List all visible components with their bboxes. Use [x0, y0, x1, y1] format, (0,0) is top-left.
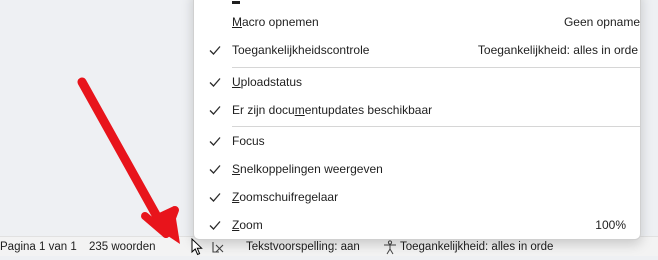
checkmark-icon — [207, 37, 223, 63]
menu-item-upload-status[interactable]: Uploadstatus — [194, 69, 640, 95]
cut-off-menu-item — [232, 1, 240, 4]
checkmark-icon — [207, 212, 223, 238]
menu-separator — [232, 126, 640, 127]
menu-item-zoom[interactable]: Zoom 100% — [194, 212, 640, 238]
menu-item-value: Geen opname — [563, 15, 640, 29]
menu-item-zoom-slider[interactable]: Zoomschuifregelaar — [194, 184, 640, 210]
checkmark-icon — [207, 156, 223, 182]
status-page-count[interactable]: Pagina 1 van 1 — [0, 239, 77, 255]
menu-item-macro-recording[interactable]: Macro opnemen Geen opname — [194, 9, 640, 35]
menu-item-label: Macro opnemen — [232, 15, 319, 29]
checkmark-icon — [207, 184, 223, 210]
menu-item-focus[interactable]: Focus — [194, 128, 640, 154]
menu-item-label: Er zijn documentupdates beschikbaar — [232, 103, 433, 117]
checkmark-icon — [207, 69, 223, 95]
status-accessibility[interactable]: Toegankelijkheid: alles in orde — [400, 239, 553, 255]
menu-item-label: Zoom — [232, 218, 263, 232]
menu-item-document-updates[interactable]: Er zijn documentupdates beschikbaar — [194, 97, 640, 123]
menu-item-value: Toegankelijkheid: alles in orde — [477, 43, 638, 57]
accessibility-icon[interactable] — [382, 239, 398, 255]
menu-item-label: Focus — [232, 134, 265, 148]
menu-item-label: Snelkoppelingen weergeven — [232, 162, 383, 176]
menu-item-value: 100% — [595, 218, 626, 232]
menu-separator — [232, 67, 640, 68]
menu-item-shortcuts[interactable]: Snelkoppelingen weergeven — [194, 156, 640, 182]
menu-item-label: Zoomschuifregelaar — [232, 190, 339, 204]
status-text-prediction[interactable]: Tekstvoorspelling: aan — [246, 239, 360, 255]
checkmark-icon — [207, 128, 223, 154]
checkmark-icon — [207, 97, 223, 123]
proofing-icon[interactable] — [212, 239, 226, 255]
menu-item-label: Uploadstatus — [232, 75, 303, 89]
status-bar-context-menu: Macro opnemen Geen opname Toegankelijkhe… — [193, 0, 641, 240]
status-word-count[interactable]: 235 woorden — [89, 239, 156, 255]
mouse-cursor-icon — [191, 237, 205, 256]
menu-item-accessibility-checker[interactable]: Toegankelijkheidscontrole Toegankelijkhe… — [194, 37, 640, 63]
menu-item-label: Toegankelijkheidscontrole — [232, 43, 370, 57]
